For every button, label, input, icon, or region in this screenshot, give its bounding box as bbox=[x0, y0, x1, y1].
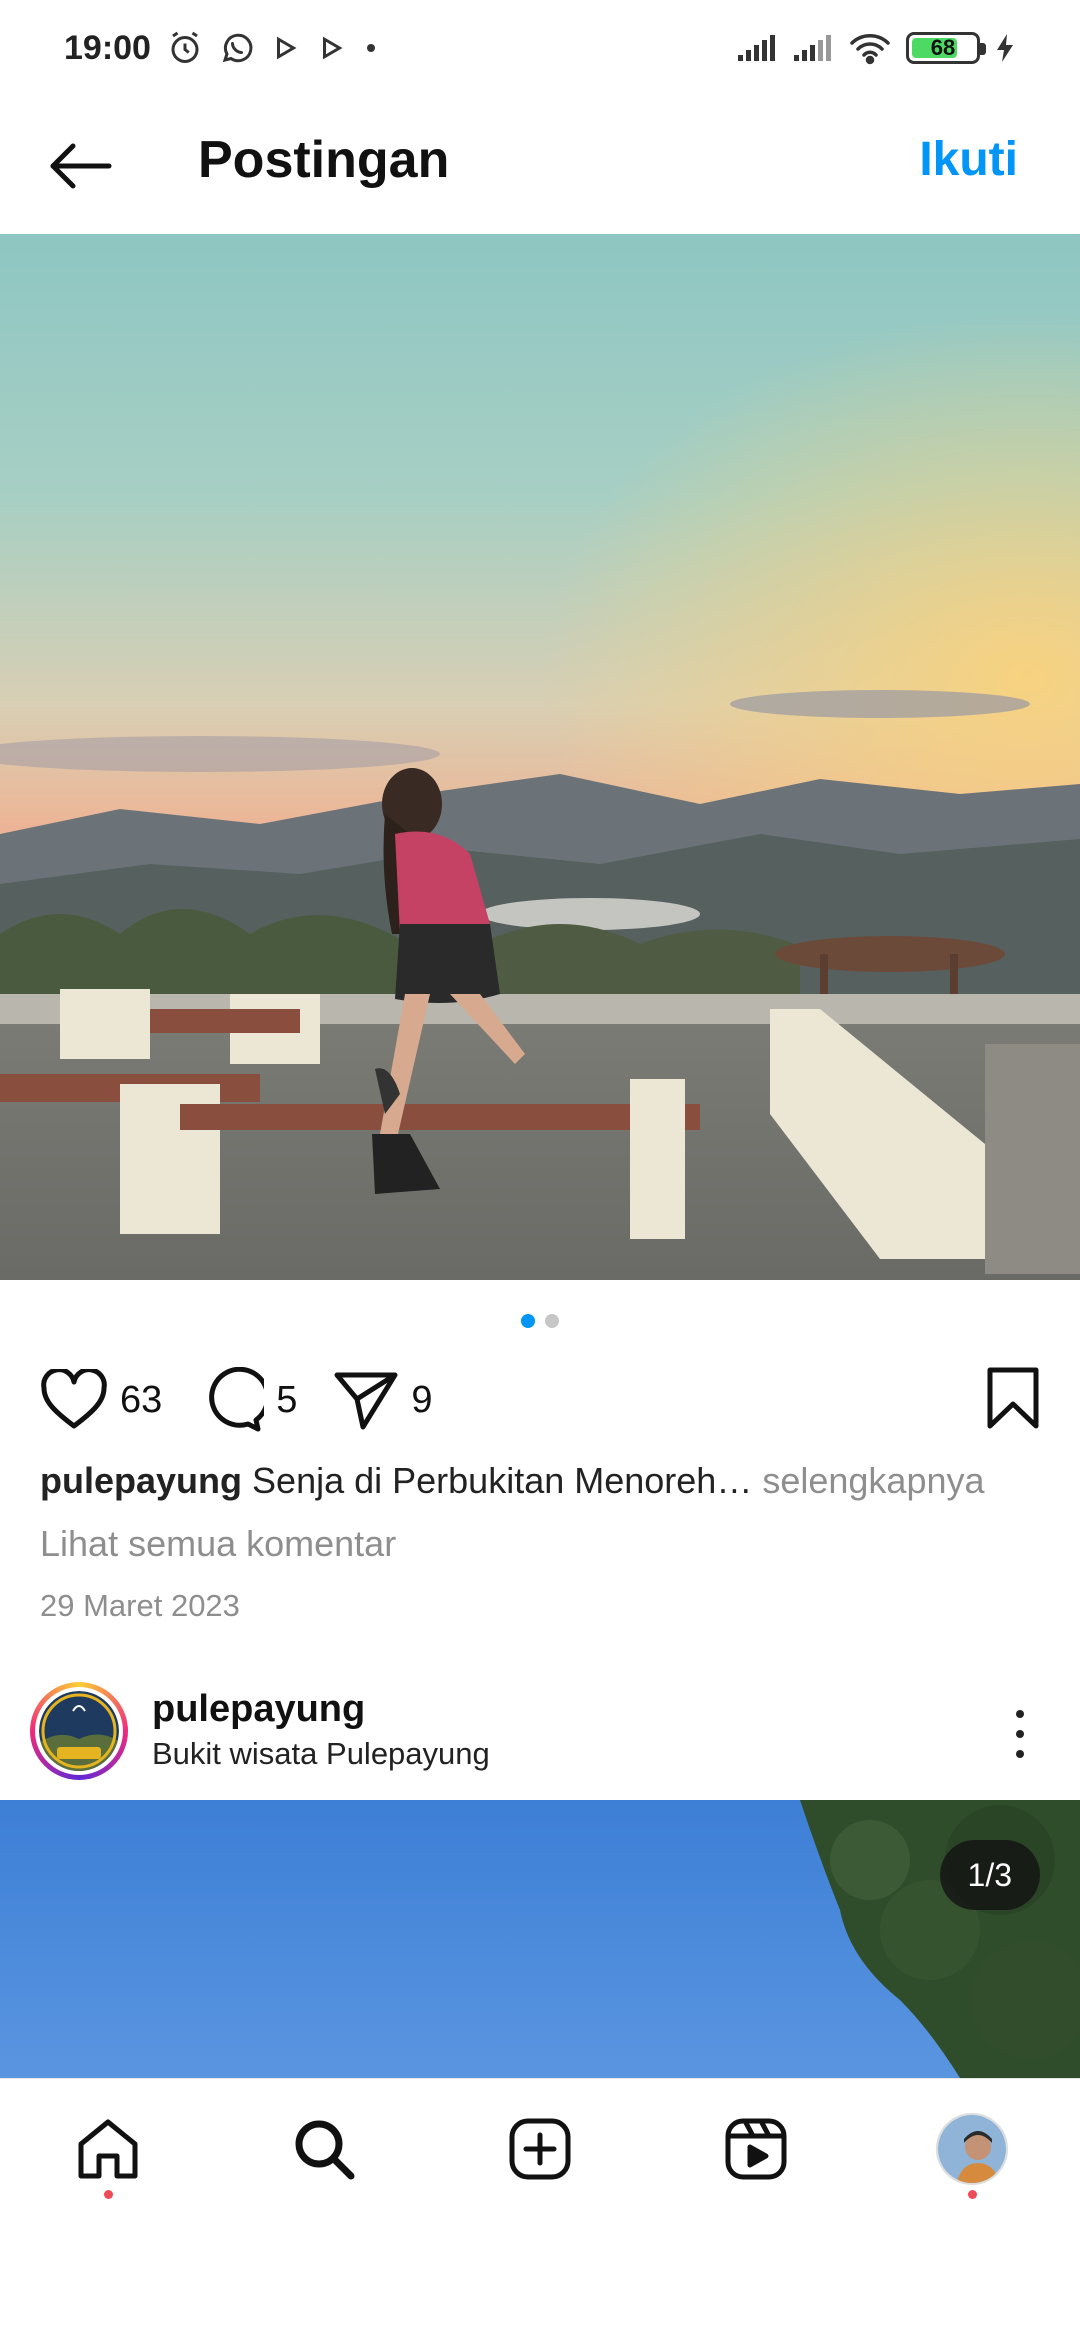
more-dot-icon bbox=[1016, 1730, 1024, 1738]
search-icon bbox=[295, 2120, 355, 2180]
share-count: 9 bbox=[411, 1378, 433, 1421]
next-post-image[interactable]: 1/3 bbox=[0, 1800, 1080, 2078]
image-counter: 1/3 bbox=[939, 1840, 1040, 1910]
back-button[interactable] bbox=[40, 126, 120, 206]
signal-icon bbox=[736, 33, 778, 63]
status-bar: 19:00 68 bbox=[0, 0, 1080, 96]
pulepayung-logo-icon bbox=[39, 1691, 119, 1771]
more-dot-icon bbox=[1016, 1710, 1024, 1718]
comment-count: 5 bbox=[276, 1378, 298, 1421]
nav-search[interactable] bbox=[284, 2109, 364, 2189]
page-title: Postingan bbox=[198, 131, 450, 189]
charging-icon bbox=[994, 32, 1016, 64]
post-actions: 63 5 9 bbox=[40, 1360, 1040, 1440]
carousel-indicator bbox=[0, 1314, 1080, 1328]
notification-dot bbox=[104, 2190, 113, 2199]
bottom-nav bbox=[0, 2078, 1080, 2218]
comment-icon bbox=[209, 1367, 265, 1432]
carousel-dot bbox=[545, 1314, 559, 1328]
post-image[interactable] bbox=[0, 234, 1080, 1280]
post-caption: pulepayung Senja di Perbukitan Menoreh… … bbox=[40, 1460, 1040, 1502]
post-location[interactable]: Bukit wisata Pulepayung bbox=[152, 1736, 490, 1772]
signal-icon bbox=[792, 33, 834, 63]
share-button[interactable]: 9 bbox=[333, 1369, 433, 1431]
arrow-left-icon bbox=[50, 143, 112, 189]
avatar-inner bbox=[35, 1687, 123, 1775]
notification-dot bbox=[968, 2190, 977, 2199]
battery-level: 68 bbox=[930, 35, 956, 60]
status-left: 19:00 bbox=[64, 29, 379, 68]
send-icon bbox=[334, 1372, 398, 1430]
nav-home[interactable] bbox=[68, 2109, 148, 2199]
home-icon bbox=[78, 2119, 138, 2179]
nav-reels[interactable] bbox=[716, 2109, 796, 2189]
battery-indicator: 68 bbox=[906, 32, 986, 64]
nav-profile[interactable] bbox=[932, 2109, 1012, 2199]
caption-more-link[interactable]: selengkapnya bbox=[762, 1460, 984, 1501]
like-count[interactable]: 63 bbox=[120, 1379, 162, 1422]
more-options-button[interactable] bbox=[1000, 1704, 1040, 1764]
more-dot-icon bbox=[1016, 1750, 1024, 1758]
like-button[interactable]: 63 bbox=[40, 1369, 162, 1431]
next-post-header: pulepayung Bukit wisata Pulepayung bbox=[0, 1674, 1080, 1800]
carousel-dot-active bbox=[521, 1314, 535, 1328]
create-post-icon bbox=[509, 2118, 571, 2180]
nav-create[interactable] bbox=[500, 2109, 580, 2189]
play-notification-icon bbox=[271, 33, 301, 63]
caption-text: Senja di Perbukitan Menoreh… bbox=[252, 1460, 753, 1501]
app-header: Postingan Ikuti bbox=[0, 96, 1080, 234]
heart-icon bbox=[41, 1369, 107, 1429]
view-all-comments-link[interactable]: Lihat semua komentar bbox=[40, 1523, 396, 1565]
status-right: 68 bbox=[736, 31, 1016, 65]
more-notifications-dot-icon bbox=[363, 40, 379, 56]
profile-avatar bbox=[936, 2113, 1008, 2185]
save-button[interactable] bbox=[986, 1366, 1040, 1435]
status-time: 19:00 bbox=[64, 28, 151, 67]
whatsapp-icon bbox=[219, 30, 255, 66]
alarm-icon bbox=[167, 30, 203, 66]
post-author-username[interactable]: pulepayung bbox=[152, 1688, 365, 1731]
reels-icon bbox=[725, 2118, 787, 2180]
bookmark-icon bbox=[987, 1367, 1039, 1428]
wifi-icon bbox=[848, 31, 892, 65]
follow-button[interactable]: Ikuti bbox=[919, 132, 1018, 187]
post-date: 29 Maret 2023 bbox=[40, 1588, 240, 1623]
comment-button[interactable]: 5 bbox=[198, 1367, 297, 1433]
caption-username[interactable]: pulepayung bbox=[40, 1460, 242, 1501]
avatar[interactable] bbox=[30, 1682, 128, 1780]
play-notification-icon bbox=[317, 33, 347, 63]
